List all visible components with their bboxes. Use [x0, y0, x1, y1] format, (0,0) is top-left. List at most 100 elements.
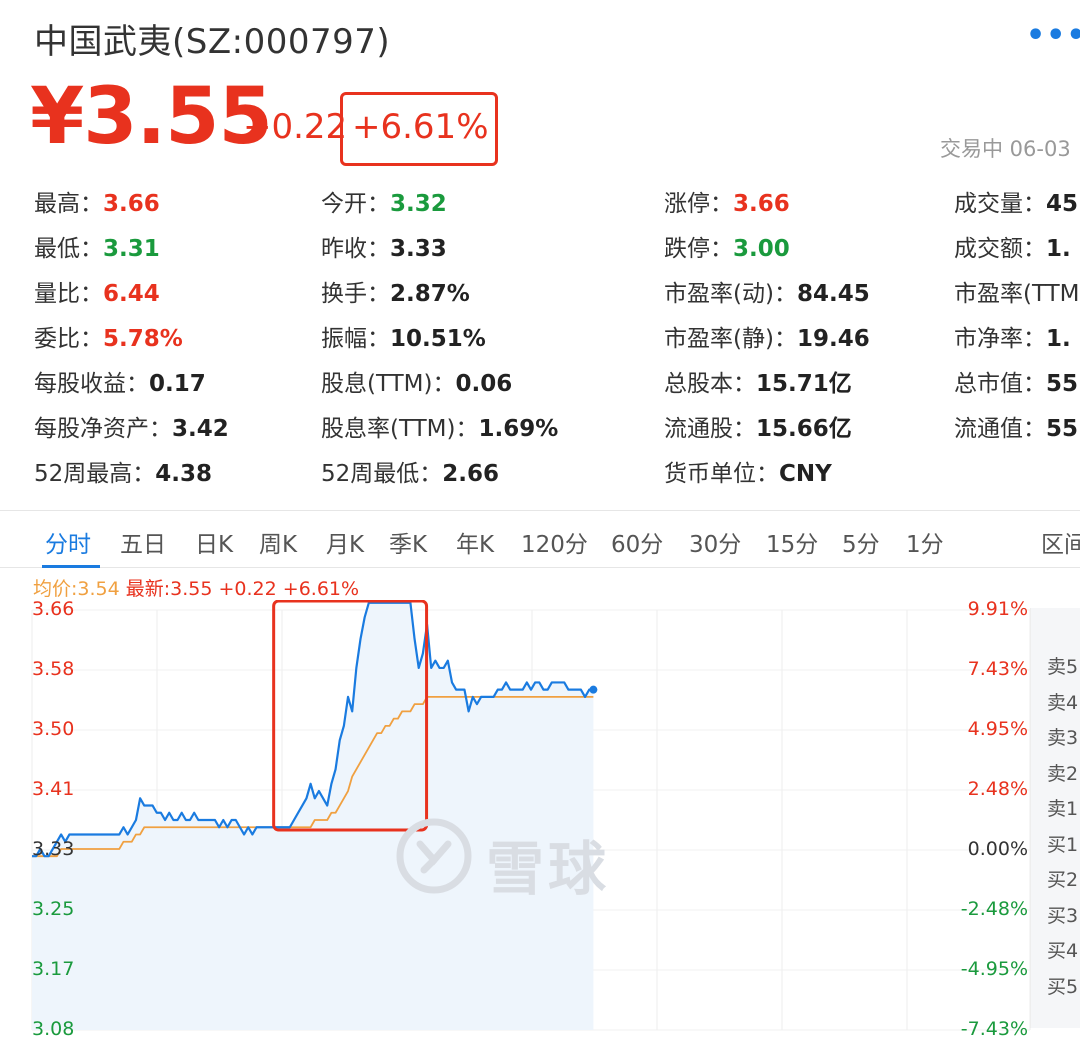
y-tick-left: 3.25	[32, 898, 75, 920]
tab-5[interactable]: 季K	[389, 525, 427, 559]
stat-value: 4.38	[155, 461, 213, 487]
stat-value: 3.66	[103, 191, 160, 217]
tab-0[interactable]: 分时	[45, 525, 91, 559]
y-tick-right: 0.00%	[967, 838, 1028, 860]
tab-9[interactable]: 30分	[689, 525, 741, 559]
stat-label: 市盈率(动)：	[664, 281, 797, 307]
tab-3[interactable]: 周K	[259, 525, 297, 559]
stat-value: 1.69%	[478, 416, 559, 442]
y-tick-right: -7.43%	[960, 1018, 1028, 1040]
tab-10[interactable]: 15分	[766, 525, 818, 559]
y-tick-left: 3.50	[32, 718, 75, 740]
order-book-level[interactable]: 卖4	[1047, 688, 1078, 715]
order-book-level[interactable]: 买1	[1047, 830, 1078, 857]
percent-highlight-box	[340, 92, 498, 166]
stat-label: 跌停：	[664, 236, 733, 262]
stat-value: 55	[1046, 371, 1079, 397]
chart-legend: 均价:3.54 最新:3.55 +0.22 +6.61%	[33, 574, 359, 601]
tab-13[interactable]: 区间	[1041, 525, 1080, 559]
tab-12[interactable]: 1分	[906, 525, 944, 559]
stat-value: CNY	[779, 461, 832, 487]
order-book-level[interactable]: 卖1	[1047, 794, 1078, 821]
stat-value: 0.06	[455, 371, 513, 397]
tab-2[interactable]: 日K	[195, 525, 233, 559]
stat-item: 量比：6.44	[34, 274, 160, 308]
stat-label: 昨收：	[321, 236, 390, 262]
stat-value: 3.66	[733, 191, 790, 217]
y-tick-right: -2.48%	[960, 898, 1028, 920]
stat-item: 市盈率(动)：84.45	[664, 274, 870, 308]
stat-item: 每股收益：0.17	[34, 364, 206, 398]
y-tick-right: 9.91%	[967, 598, 1028, 620]
stat-label: 成交额：	[954, 236, 1046, 262]
stat-label: 股息率(TTM)：	[321, 416, 479, 442]
stat-item: 市盈率(静)：19.46	[664, 319, 870, 353]
order-book-panel[interactable]: 卖5 卖4 卖3 卖2 卖1 买1 买2 买3 买4 买5	[1030, 608, 1080, 1028]
intraday-chart[interactable]: 3.66 3.58 3.50 3.41 3.33 3.25 3.17 3.08 9.91% 7.…	[0, 598, 1080, 1041]
price-area-fill	[32, 602, 594, 1030]
stat-label: 市净率：	[954, 326, 1046, 352]
order-book-level[interactable]: 卖5	[1047, 652, 1078, 679]
stat-item: 成交额：1.	[954, 229, 1071, 263]
more-icon[interactable]: •••	[1026, 18, 1080, 53]
stat-item: 振幅：10.51%	[321, 319, 486, 353]
stat-label: 今开：	[321, 191, 390, 217]
stat-item: 最高：3.66	[34, 184, 160, 218]
stat-item: 总市值：55	[954, 364, 1078, 398]
price-change: +0.22	[243, 107, 348, 147]
stat-value: 3.32	[390, 191, 447, 217]
order-book-level[interactable]: 卖3	[1047, 723, 1078, 750]
order-book-level[interactable]: 买5	[1047, 972, 1078, 999]
y-tick-left: 3.58	[32, 658, 75, 680]
stat-label: 换手：	[321, 281, 390, 307]
stat-item: 市净率：1.	[954, 319, 1071, 353]
order-book-level[interactable]: 卖2	[1047, 759, 1078, 786]
stat-item: 流通股：15.66亿	[664, 409, 852, 443]
stat-label: 量比：	[34, 281, 103, 307]
y-tick-left: 3.08	[32, 1018, 75, 1040]
stat-label: 52周最高：	[34, 461, 156, 487]
stat-item: 货币单位：CNY	[664, 454, 832, 488]
order-book-level[interactable]: 买2	[1047, 865, 1078, 892]
stat-item: 52周最低：2.66	[321, 454, 499, 488]
xueqiu-logo-icon	[396, 818, 472, 894]
order-book-level[interactable]: 买3	[1047, 901, 1078, 928]
stat-value: 3.00	[733, 236, 790, 262]
trading-status: 交易中 06-03	[940, 137, 1071, 161]
stat-value: 3.42	[172, 416, 229, 442]
stat-item: 委比：5.78%	[34, 319, 183, 353]
tab-1[interactable]: 五日	[120, 525, 166, 559]
stat-value: 1.	[1046, 236, 1071, 262]
stat-label: 振幅：	[321, 326, 390, 352]
stat-label: 最低：	[34, 236, 103, 262]
tab-8[interactable]: 60分	[611, 525, 663, 559]
stat-label: 52周最低：	[321, 461, 443, 487]
stat-label: 涨停：	[664, 191, 733, 217]
y-tick-right: -4.95%	[960, 958, 1028, 980]
stat-item: 总股本：15.71亿	[664, 364, 852, 398]
stat-value: 3.33	[390, 236, 447, 262]
tab-4[interactable]: 月K	[326, 525, 364, 559]
stat-item: 成交量：45	[954, 184, 1078, 218]
stat-label: 股息(TTM)：	[321, 371, 456, 397]
y-tick-left: 3.33	[32, 838, 75, 860]
stat-value: 55	[1046, 416, 1079, 442]
order-book-level[interactable]: 买4	[1047, 936, 1078, 963]
period-tabs: 分时 五日 日K 周K 月K 季K 年K 120分 60分 30分 15分 5分 1分 区间	[0, 510, 1080, 568]
stat-value: 2.66	[442, 461, 500, 487]
stat-item: 昨收：3.33	[321, 229, 447, 263]
stat-label: 流通值：	[954, 416, 1046, 442]
stat-value: 1.	[1046, 326, 1071, 352]
stat-label: 市盈率(静)：	[664, 326, 797, 352]
stat-value: 19.46	[796, 326, 870, 352]
stat-value: 3.31	[103, 236, 160, 262]
y-tick-left: 3.41	[32, 778, 75, 800]
stat-item: 最低：3.31	[34, 229, 160, 263]
tab-6[interactable]: 年K	[456, 525, 494, 559]
stat-item: 跌停：3.00	[664, 229, 790, 263]
tab-7[interactable]: 120分	[521, 525, 588, 559]
y-tick-right: 2.48%	[967, 778, 1028, 800]
tab-11[interactable]: 5分	[842, 525, 880, 559]
stat-item: 涨停：3.66	[664, 184, 790, 218]
stat-label: 市盈率(TTM	[954, 281, 1080, 307]
